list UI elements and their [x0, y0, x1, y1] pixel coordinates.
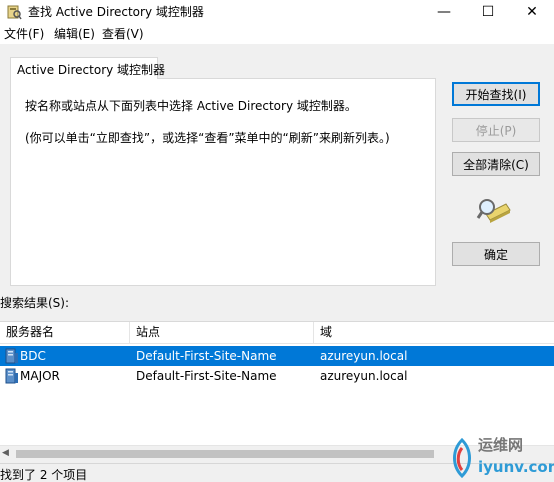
find-now-button[interactable]: 开始查找(I)	[452, 82, 540, 106]
instruction-text: 按名称或站点从下面列表中选择 Active Directory 域控制器。	[25, 99, 357, 113]
list-header: 服务器名 站点 域	[0, 322, 554, 344]
ok-button[interactable]: 确定	[452, 242, 540, 266]
directory-search-icon	[7, 5, 22, 20]
stop-button[interactable]: 停止(P)	[452, 118, 540, 142]
maximize-button[interactable]: ☐	[466, 0, 510, 24]
menu-bar: 文件(F) 编辑(E) 查看(V)	[0, 24, 554, 44]
column-header-server[interactable]: 服务器名	[0, 322, 54, 344]
hint-text: (你可以单击“立即查找”，或选择“查看”菜单中的“刷新”来刷新列表。)	[25, 131, 390, 145]
scrollbar-thumb[interactable]	[16, 450, 434, 458]
close-button[interactable]: ✕	[510, 0, 554, 24]
status-bar: 找到了 2 个项目	[0, 463, 554, 482]
window-title: 查找 Active Directory 域控制器	[28, 5, 204, 19]
cell-server: BDC	[20, 349, 46, 363]
server-icon	[5, 348, 18, 364]
magnifier-search-icon	[476, 199, 511, 223]
menu-file[interactable]: 文件(F)	[4, 26, 44, 42]
cell-domain: azureyun.local	[320, 369, 408, 383]
search-results-label: 搜索结果(S):	[0, 296, 70, 310]
server-icon	[5, 368, 18, 384]
menu-edit[interactable]: 编辑(E)	[54, 26, 95, 42]
status-text: 找到了 2 个项目	[0, 468, 88, 482]
column-header-domain[interactable]: 域	[314, 322, 332, 344]
title-bar: 查找 Active Directory 域控制器 — ☐ ✕	[0, 0, 554, 24]
clear-all-button[interactable]: 全部清除(C)	[452, 152, 540, 176]
results-list[interactable]: 服务器名 站点 域 BDC Default-First-Site-Name az…	[0, 321, 554, 462]
tab-domain-controllers[interactable]: Active Directory 域控制器	[10, 57, 165, 79]
table-row[interactable]: BDC Default-First-Site-Name azureyun.loc…	[0, 346, 554, 366]
scroll-left-arrow-icon[interactable]: ◀	[2, 448, 9, 458]
cell-site: Default-First-Site-Name	[136, 349, 277, 363]
column-header-site[interactable]: 站点	[130, 322, 160, 344]
table-row[interactable]: MAJOR Default-First-Site-Name azureyun.l…	[0, 366, 554, 386]
cell-domain: azureyun.local	[320, 349, 408, 363]
horizontal-scrollbar[interactable]: ◀	[0, 445, 554, 462]
cell-server: MAJOR	[20, 369, 60, 383]
minimize-button[interactable]: —	[422, 0, 466, 24]
menu-view[interactable]: 查看(V)	[102, 26, 144, 42]
tab-panel: 按名称或站点从下面列表中选择 Active Directory 域控制器。 (你…	[10, 78, 436, 286]
cell-site: Default-First-Site-Name	[136, 369, 277, 383]
